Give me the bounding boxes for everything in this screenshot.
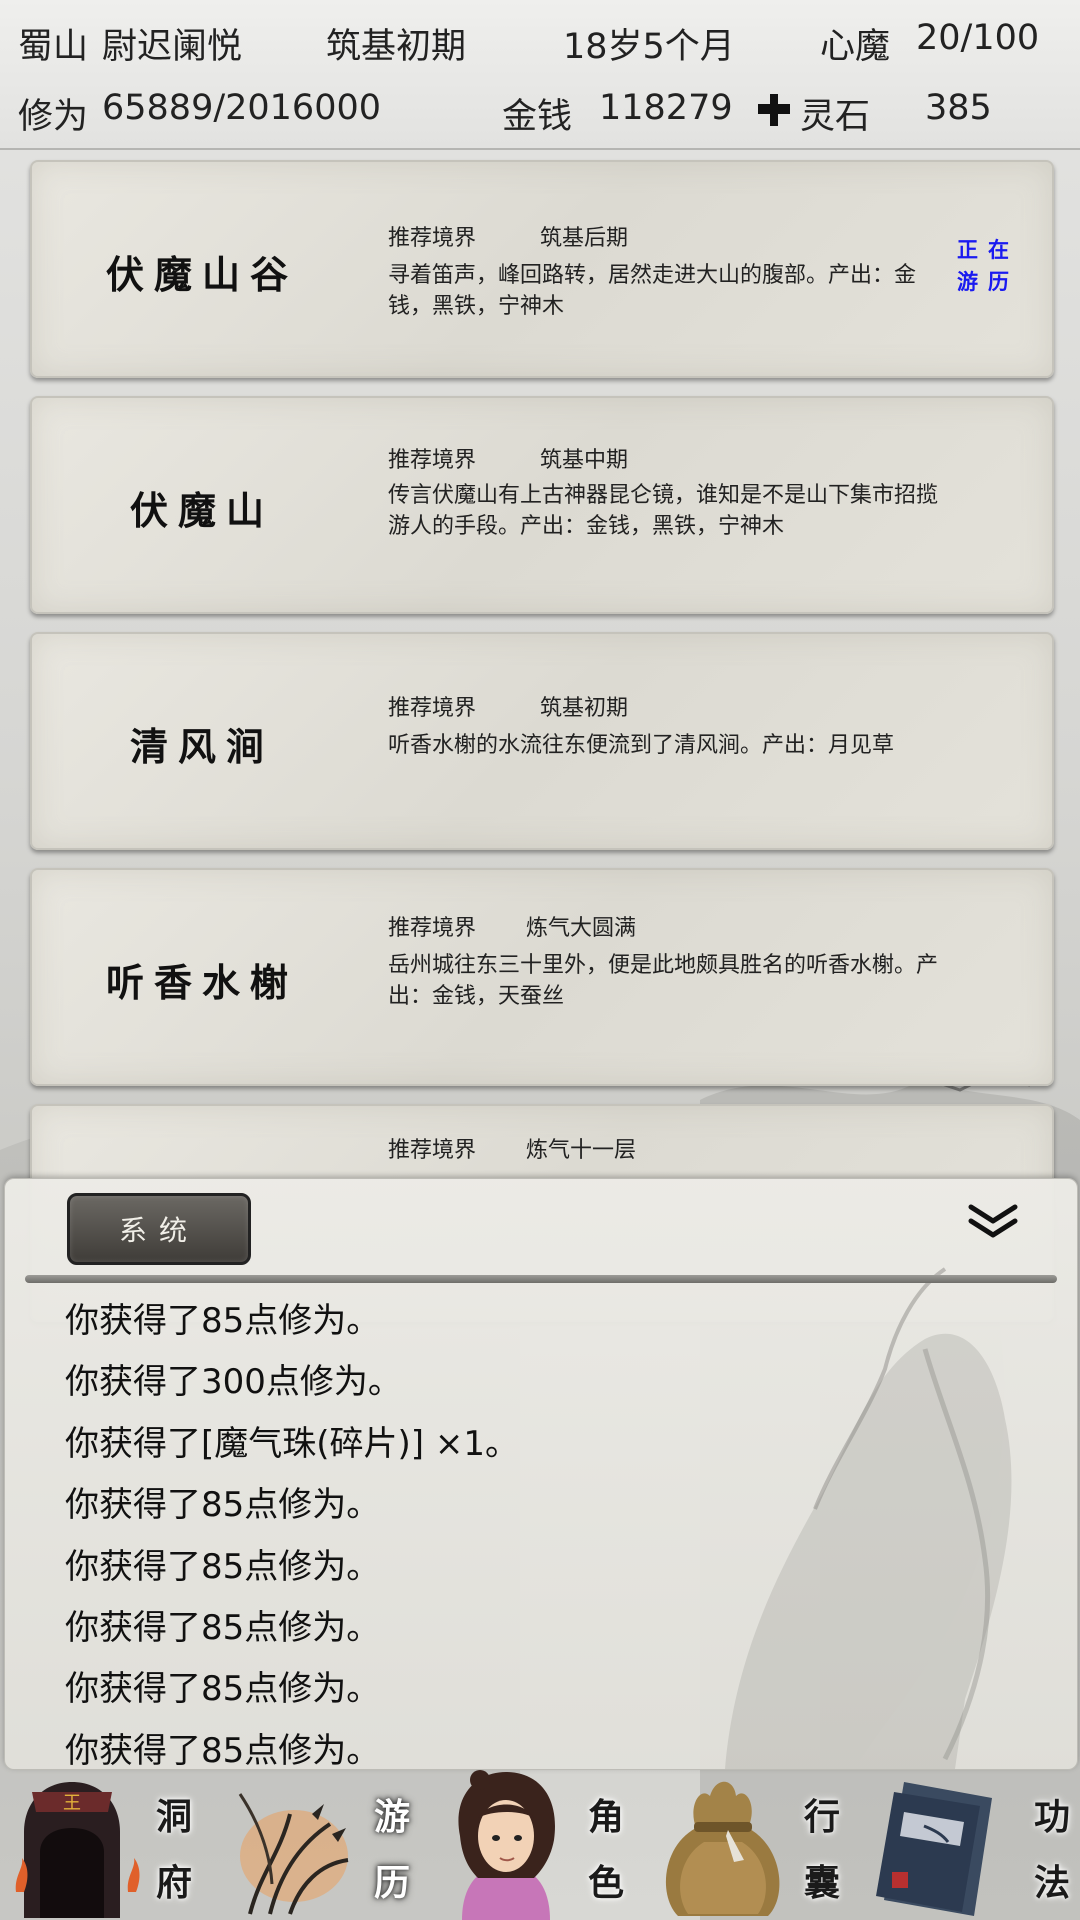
location-card-fumo-valley[interactable]: 伏魔山谷 推荐境界 筑基后期 寻着笛声，峰回路转，居然走进大山的腹部。产出：金钱… bbox=[30, 160, 1054, 378]
status-traveling: 正在游历 bbox=[957, 237, 1019, 294]
log-divider bbox=[25, 1275, 1057, 1283]
scripture-icon bbox=[876, 1782, 992, 1916]
cultivation-value: 65889/2016000 bbox=[102, 88, 382, 128]
bag-icon bbox=[665, 1781, 780, 1916]
recommended-realm-label: 推荐境界 bbox=[388, 448, 477, 473]
nav-travel[interactable]: 游 历 bbox=[216, 1766, 432, 1920]
nav-label-top: 行 bbox=[804, 1796, 841, 1838]
nav-label-bottom: 色 bbox=[588, 1862, 625, 1904]
location-name: 伏魔山谷 bbox=[105, 252, 298, 297]
nav-label-top: 角 bbox=[588, 1796, 625, 1838]
travel-icon bbox=[238, 1793, 349, 1915]
log-line: 你获得了85点修为。 bbox=[65, 1485, 381, 1526]
tab-system[interactable]: 系统 bbox=[67, 1193, 251, 1265]
status-header: 蜀山 尉迟阑悦 筑基初期 18岁5个月 心魔 20/100 修为 65889/2… bbox=[0, 0, 1080, 150]
recommended-realm-label: 推荐境界 bbox=[388, 916, 477, 941]
cultivation-label: 修为 bbox=[18, 97, 89, 137]
recommended-realm-value: 筑基初期 bbox=[540, 696, 629, 721]
nav-inventory[interactable]: 行 囊 bbox=[648, 1766, 864, 1920]
recommended-realm-label: 推荐境界 bbox=[388, 696, 477, 721]
bottom-navigation: 王 洞 府 游 历 角 色 行 囊 功 法 bbox=[0, 1766, 1080, 1920]
location-name: 伏魔山 bbox=[129, 488, 274, 533]
log-line: 你获得了[魔气珠(碎片)] ×1。 bbox=[65, 1423, 519, 1464]
log-list: 你获得了85点修为。 你获得了300点修为。 你获得了[魔气珠(碎片)] ×1。… bbox=[65, 1291, 1045, 1770]
recommended-realm-label: 推荐境界 bbox=[388, 226, 477, 251]
spirit-stone-label: 灵石 bbox=[800, 97, 871, 137]
log-line: 你获得了85点修为。 bbox=[65, 1669, 381, 1710]
demon-value: 20/100 bbox=[916, 18, 1040, 58]
log-line: 你获得了85点修为。 bbox=[65, 1607, 381, 1648]
age-value: 18岁5个月 bbox=[563, 27, 735, 67]
location-card-tingxiang-pavilion[interactable]: 听香水榭 推荐境界 炼气大圆满 岳州城往东三十里外，便是此地颇具胜名的听香水榭。… bbox=[30, 868, 1054, 1086]
location-description: 听香水榭的水流往东便流到了清风涧。产出：月见草 bbox=[388, 733, 895, 758]
sect-name: 蜀山 bbox=[18, 27, 89, 67]
nav-techniques[interactable]: 功 法 bbox=[864, 1766, 1080, 1920]
collapse-chevron-icon[interactable] bbox=[965, 1201, 1021, 1241]
nav-cave-dwelling[interactable]: 王 洞 府 bbox=[0, 1766, 216, 1920]
realm-value: 筑基初期 bbox=[326, 27, 467, 67]
recommended-realm-value: 筑基中期 bbox=[540, 448, 629, 473]
log-line: 你获得了300点修为。 bbox=[65, 1362, 402, 1403]
nav-label-bottom: 府 bbox=[156, 1862, 193, 1904]
demon-label: 心魔 bbox=[820, 27, 891, 67]
nav-label-bottom: 囊 bbox=[804, 1862, 841, 1904]
nav-label-top: 功 bbox=[1034, 1796, 1071, 1838]
recommended-realm-value: 炼气大圆满 bbox=[526, 916, 637, 941]
character-icon bbox=[458, 1770, 555, 1920]
location-description: 岳州城往东三十里外，便是此地颇具胜名的听香水榭。产出：金钱，天蚕丝 bbox=[388, 953, 939, 1009]
spirit-stone-icon bbox=[758, 94, 790, 126]
system-log-panel: 系统 你获得了85点修为。 你获得了300点修为。 你获得了[魔气珠(碎片)] … bbox=[4, 1178, 1078, 1770]
location-name: 清风涧 bbox=[129, 724, 274, 769]
location-card-qingfeng-stream[interactable]: 清风涧 推荐境界 筑基初期 听香水榭的水流往东便流到了清风涧。产出：月见草 bbox=[30, 632, 1054, 850]
nav-label-top: 游 bbox=[374, 1796, 411, 1838]
recommended-realm-label: 推荐境界 bbox=[388, 1138, 477, 1163]
location-description: 传言伏魔山有上古神器昆仑镜，谁知是不是山下集市招揽游人的手段。产出：金钱，黑铁，… bbox=[388, 483, 939, 539]
log-line: 你获得了85点修为。 bbox=[65, 1301, 381, 1341]
location-name: 听香水榭 bbox=[105, 960, 298, 1005]
money-label: 金钱 bbox=[502, 97, 573, 137]
location-description: 寻着笛声，峰回路转，居然走进大山的腹部。产出：金钱，黑铁，宁神木 bbox=[388, 263, 917, 319]
nav-label-bottom: 法 bbox=[1034, 1862, 1071, 1904]
location-card-fumo-mountain[interactable]: 伏魔山 推荐境界 筑基中期 传言伏魔山有上古神器昆仑镜，谁知是不是山下集市招揽游… bbox=[30, 396, 1054, 614]
spirit-stone-value: 385 bbox=[925, 88, 992, 128]
recommended-realm-value: 筑基后期 bbox=[540, 226, 629, 251]
svg-text:王: 王 bbox=[63, 1793, 81, 1814]
character-name: 尉迟阑悦 bbox=[102, 27, 243, 67]
log-line: 你获得了85点修为。 bbox=[65, 1730, 381, 1770]
nav-label-bottom: 历 bbox=[374, 1862, 411, 1904]
cave-dwelling-icon: 王 bbox=[15, 1782, 140, 1918]
money-value: 118279 bbox=[599, 88, 733, 128]
log-line: 你获得了85点修为。 bbox=[65, 1546, 381, 1587]
nav-character[interactable]: 角 色 bbox=[432, 1766, 648, 1920]
nav-label-top: 洞 bbox=[156, 1796, 193, 1838]
recommended-realm-value: 炼气十一层 bbox=[526, 1138, 637, 1163]
